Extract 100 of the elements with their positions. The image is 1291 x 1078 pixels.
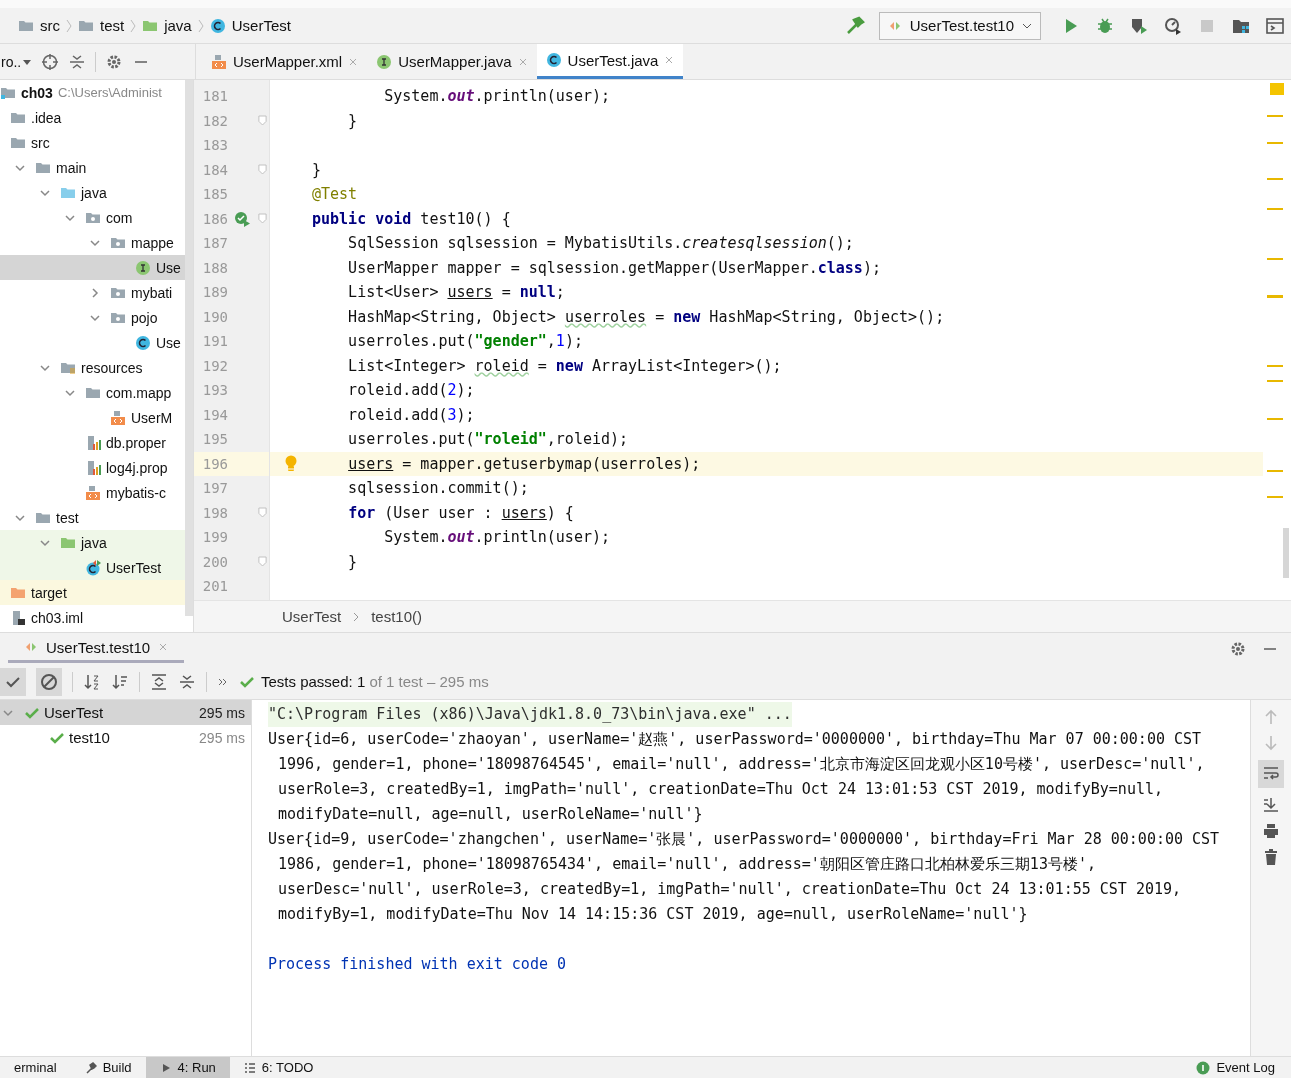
tab-label: UserMapper.java (398, 53, 512, 70)
soft-wrap-toggle[interactable] (1258, 760, 1284, 788)
trash-icon[interactable] (1262, 848, 1280, 866)
chevron-icon[interactable] (89, 286, 101, 299)
file-icon (10, 609, 26, 626)
collapse-all-icon[interactable] (178, 672, 196, 691)
line-number: 190 (201, 308, 228, 325)
crosshair-icon[interactable] (41, 52, 60, 71)
tree-item-label: java (81, 184, 107, 201)
test-duration: 295 ms (199, 704, 245, 721)
line-number: 197 (201, 480, 228, 497)
gauge-icon[interactable] (1163, 15, 1183, 36)
tree-item[interactable]: mybati (0, 280, 185, 305)
console-output: Process finished with exit code 0 (268, 954, 567, 975)
run-configuration-dropdown[interactable]: UserTest.test10 (878, 11, 1041, 40)
tree-item[interactable]: Use (0, 330, 185, 355)
code-line: sqlsession.commit(); (347, 479, 529, 498)
scroll-to-end-icon[interactable] (1262, 796, 1280, 814)
scrollbar[interactable] (185, 80, 193, 616)
chevron-icon (66, 17, 72, 34)
breadcrumb[interactable]: test (100, 17, 125, 34)
tree-item[interactable]: UserTest (0, 555, 185, 580)
line-number: 189 (201, 284, 228, 301)
show-ignored-toggle[interactable] (36, 667, 62, 696)
test-tree-item[interactable]: UserTest 295 ms (0, 700, 251, 725)
close-icon[interactable] (158, 642, 169, 652)
editor-tab[interactable]: UserMapper.java (367, 44, 537, 79)
expand-all-icon[interactable] (150, 672, 168, 691)
breadcrumb[interactable]: UserTest (282, 608, 342, 625)
line-number: 192 (201, 357, 228, 374)
tree-item-label: com (106, 209, 133, 226)
class-icon (209, 17, 226, 34)
editor-tab[interactable]: UserTest.java (536, 44, 684, 79)
line-number: 182 (201, 112, 228, 129)
test-tree-item[interactable]: test10 295 ms (0, 725, 251, 750)
tree-item[interactable]: UserM (0, 405, 185, 430)
tree-item-label: mappe (131, 234, 174, 251)
tree-item[interactable]: mappe (0, 230, 185, 255)
breadcrumb[interactable]: test10() (371, 608, 423, 625)
tree-item-label: mybatis-c (106, 484, 166, 501)
tree-item[interactable]: mybatis-c (0, 480, 185, 505)
tree-item[interactable]: test (0, 505, 185, 530)
test-status: Tests passed: 1 of 1 test – 295 ms (261, 673, 489, 690)
code-line: HashMap<String, Object> userroles = new HashMap<String, Object>(); (347, 307, 945, 326)
close-icon[interactable] (348, 56, 359, 67)
editor-tab[interactable]: UserMapper.xml (202, 44, 368, 79)
tree-item-label: Use (156, 259, 181, 276)
tree-item-label: .idea (31, 109, 62, 126)
breadcrumb[interactable]: src (40, 17, 60, 34)
tree-item[interactable]: Use (0, 255, 185, 280)
tree-item[interactable]: com.mapp (0, 380, 185, 405)
window-icon[interactable] (1265, 15, 1285, 36)
printer-icon[interactable] (1262, 822, 1280, 840)
tree-item[interactable]: java (0, 530, 185, 555)
tab-label: Build (102, 1060, 132, 1075)
tree-item[interactable]: ch03.iml (0, 605, 185, 630)
tree-item-label: target (31, 584, 67, 601)
console-output: User{id=6, userCode='zhaoyan', userName='赵燕', userPassword='0000000', birthday=Thu Mar 07 00:00:00 CST 1996, gender=1, phone='18098764545', email='null', address='北京市海淀区回龙观小区10号楼', userDesc='null', userRole=3, createdBy=1, imgPath='null', creationDate=Thu Oct 24 13:01:53 CST 2019, modifyBy=null, modifyDate=null, age=null, userRoleName='null'} (268, 729, 1206, 825)
tree-item-label: com.mapp (106, 384, 172, 401)
test-name: UserTest (44, 704, 105, 721)
show-passed-toggle[interactable] (0, 667, 26, 696)
tool-window-tab[interactable]: 4: Run (145, 1057, 230, 1078)
close-icon[interactable] (664, 55, 675, 65)
tree-item[interactable]: log4j.prop (0, 455, 185, 480)
project-view-dropdown[interactable]: ro.. (1, 53, 22, 70)
tree-item-label: UserTest (106, 559, 162, 576)
event-log-button[interactable]: Event Log (1196, 1060, 1291, 1075)
tool-window-tab[interactable]: 6: TODO (229, 1057, 328, 1078)
properties-file-icon (85, 434, 101, 451)
breadcrumb[interactable]: UserTest (231, 17, 291, 34)
code-line: users = mapper.getuserbymap(userroles); (347, 454, 701, 473)
tool-window-tab[interactable]: Build (70, 1057, 146, 1078)
tree-item[interactable]: db.proper (0, 430, 185, 455)
close-icon[interactable] (517, 56, 528, 67)
tree-item[interactable]: com (0, 205, 185, 230)
collapse-all-icon[interactable] (68, 52, 87, 71)
tree-item[interactable]: java (0, 180, 185, 205)
tree-item[interactable]: resources (0, 355, 185, 380)
run-test-icon[interactable] (234, 210, 250, 227)
breadcrumb[interactable]: java (164, 17, 192, 34)
tree-item[interactable]: .idea (0, 105, 185, 130)
tab-label: UserTest.test10 (46, 638, 151, 656)
sort-alphabetically-icon[interactable] (83, 672, 101, 691)
line-number: 200 (201, 553, 228, 570)
tool-window-tab[interactable]: erminal (0, 1057, 71, 1078)
code-line: UserMapper mapper = sqlsession.getMapper(UserMapper.class); (347, 258, 881, 277)
test-duration: 295 ms (199, 729, 245, 746)
tree-item[interactable]: target (0, 580, 185, 605)
tree-item[interactable]: src (0, 130, 185, 155)
line-number: 191 (201, 333, 228, 350)
tree-item[interactable]: ch03 C:\Users\Administ (0, 80, 185, 105)
code-line: roleid.add(2); (347, 381, 475, 400)
tree-item[interactable]: pojo (0, 305, 185, 330)
class-icon (135, 334, 151, 351)
tree-item-label: log4j.prop (106, 459, 168, 476)
sort-by-duration-icon[interactable] (111, 672, 129, 691)
xml-file-icon (211, 53, 227, 70)
tree-item[interactable]: main (0, 155, 185, 180)
chevron-icon (197, 17, 204, 34)
test-name: test10 (69, 729, 111, 746)
